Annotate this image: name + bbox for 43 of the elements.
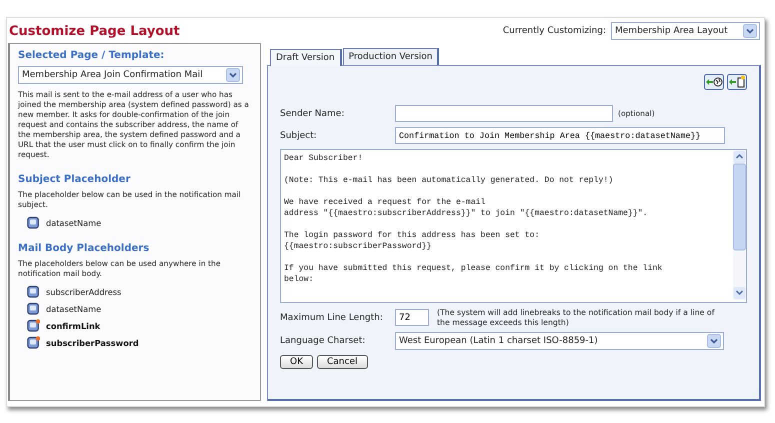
form-button[interactable]: OK [280,355,313,369]
subject-field[interactable]: Confirmation to Join Membership Area {{maestro:datasetName}} [395,127,725,144]
body-text-line: We have received a request for the e-mail [284,197,486,208]
dropdown-caret-icon[interactable] [743,24,757,38]
placeholder-item[interactable]: subscriberAddress [46,286,122,296]
placeholder-icon[interactable] [27,216,40,229]
placeholder-item[interactable]: subscriberPassword [46,338,139,348]
dropdown-caret-icon[interactable] [707,334,721,348]
body-text-line: Dear Subscriber! [284,153,364,164]
body-text-line: below: [284,274,314,285]
section-heading: Selected Page / Template: [18,50,166,61]
sender-name-field[interactable] [395,105,613,122]
placeholder-item[interactable]: datasetName [46,304,102,314]
placeholder-icon[interactable] [27,302,40,315]
max-line-length-field[interactable]: 72 [395,309,429,326]
charset-dropdown[interactable]: West European (Latin 1 charset ISO-8859-1) [395,332,724,350]
dropdown-caret-icon[interactable] [226,68,240,82]
body-text-line: (Note: This e-mail has been automatically generated. Do not reply!) [284,175,614,186]
page-title: Customize Page Layout [9,24,180,38]
section-heading: Mail Body Placeholders [18,243,150,254]
field-label: Subject: [280,130,318,140]
placeholder-item[interactable]: confirmLink [46,320,100,330]
form-button[interactable]: Cancel [317,355,368,369]
placeholder-icon[interactable] [27,336,40,349]
field-label: Maximum Line Length: [280,312,384,322]
restore-document-icon[interactable] [727,74,747,90]
body-text-line: The login password for this address has been set to: [284,230,540,241]
body-text-line: {{maestro:subscriberPassword}} [284,241,432,252]
scrollbar-icon[interactable] [733,150,746,300]
body-text-line: If you have submitted this request, please confirm it by clicking on the link [284,263,664,274]
layout-dropdown[interactable]: Membership Area Layout [611,22,760,40]
template-dropdown[interactable]: Membership Area Join Confirmation Mail [18,66,243,84]
section-heading: Subject Placeholder [18,174,132,185]
field-label: Sender Name: [280,108,346,118]
body-text-line: address "{{maestro:subscriberAddress}}" to join "{{maestro:datasetName}}". [284,208,649,219]
placeholder-icon[interactable] [27,319,40,332]
placeholder-item[interactable]: datasetName [46,218,102,228]
field-label: Language Charset: [280,336,366,346]
tab[interactable]: Draft Version [270,49,342,66]
tab[interactable]: Production Version [342,48,440,65]
placeholder-icon[interactable] [27,285,40,298]
mail-body-field[interactable] [280,149,747,303]
customizing-label: Currently Customizing: [502,26,606,36]
